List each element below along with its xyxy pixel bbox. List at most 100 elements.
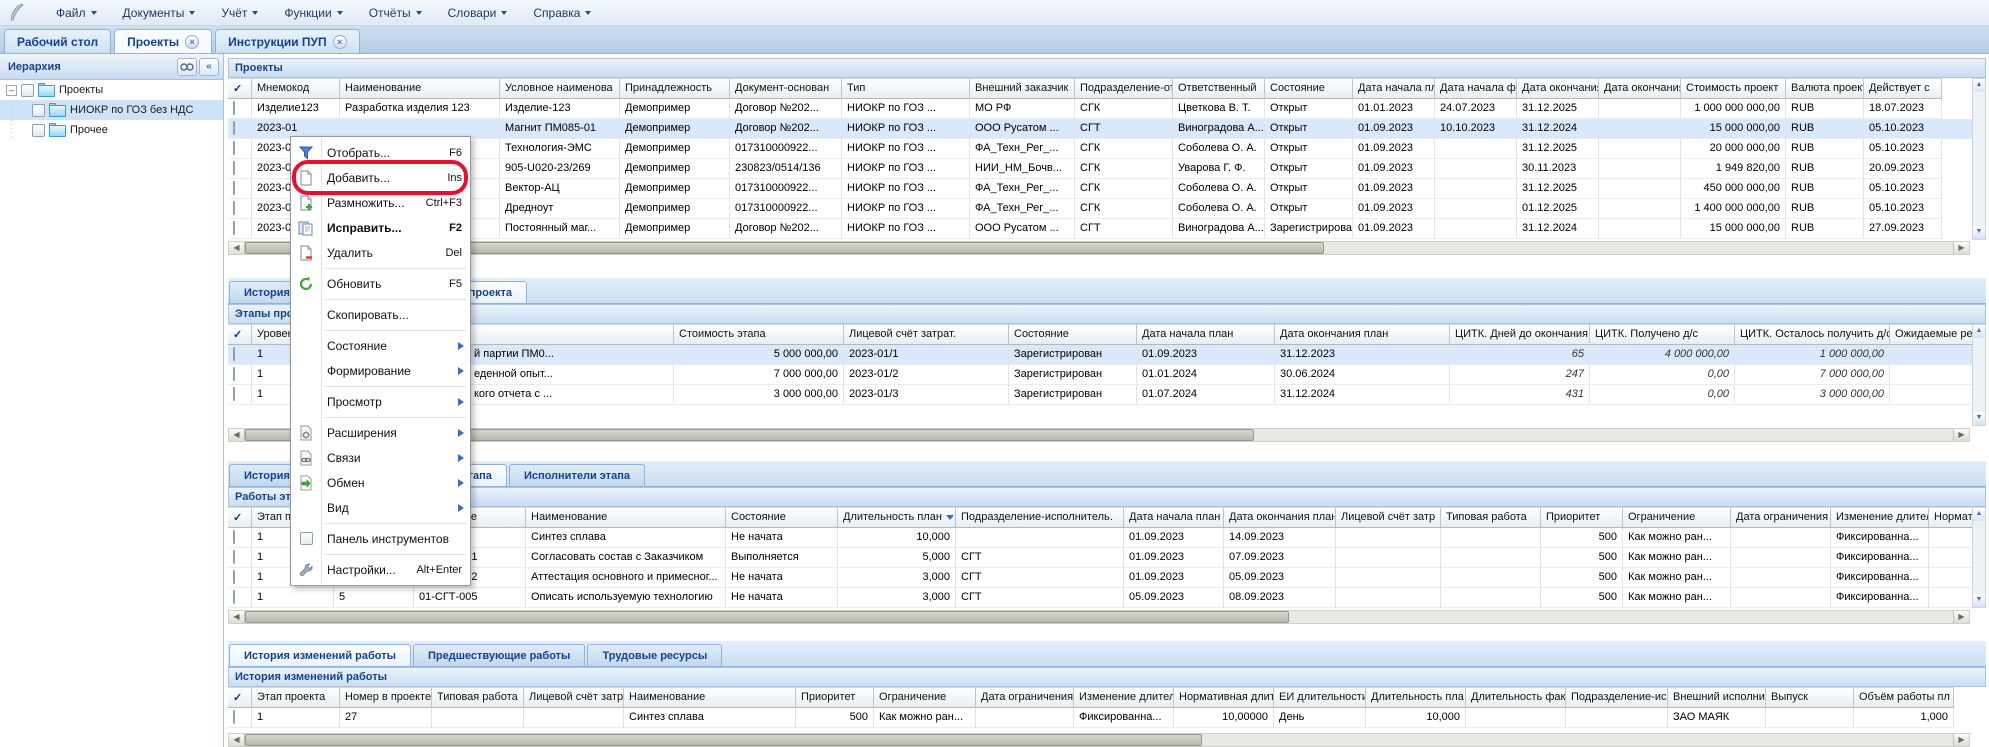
column-header-2[interactable]: Номер в проекте — [340, 687, 432, 708]
menu-help[interactable]: Справка — [523, 3, 601, 23]
column-header-7[interactable]: Ограничение — [874, 687, 976, 708]
column-header-7[interactable]: Дата окончания план — [1275, 324, 1450, 345]
column-header-check[interactable]: ✓ — [228, 324, 252, 345]
column-header-8[interactable]: Подразделение-от — [1075, 78, 1173, 99]
column-header-6[interactable]: Дата начала план — [1137, 324, 1275, 345]
column-header-9[interactable]: Изменение длител — [1074, 687, 1174, 708]
table-row[interactable]: 1еденной опыт...7 000 000,002023-01/2Зар… — [228, 365, 1986, 385]
table-row[interactable]: 2023-05ДредноутДемопример017310000922...… — [228, 199, 1986, 219]
column-header-9[interactable]: Ответственный — [1173, 78, 1265, 99]
scroll-right-icon[interactable]: ▶ — [1953, 242, 1969, 254]
column-header-check[interactable]: ✓ — [228, 507, 252, 528]
column-header-7[interactable]: Подразделение-исполнитель. — [956, 507, 1124, 528]
column-header-6[interactable]: Приоритет — [796, 687, 874, 708]
works-hscrollbar[interactable]: ◀ ▶ — [228, 610, 1970, 624]
tree-expander-icon[interactable]: – — [6, 85, 17, 96]
column-header-7[interactable]: Внешний заказчик — [970, 78, 1075, 99]
column-header-3[interactable]: Типовая работа — [432, 687, 524, 708]
projects-hscrollbar[interactable]: ◀ ▶ — [228, 241, 1970, 255]
tree-item-1[interactable]: –Проекты — [0, 80, 223, 100]
row-checkbox[interactable] — [233, 387, 235, 401]
table-row[interactable]: 1Синтез сплаваНе начата10,00001.09.20231… — [228, 528, 1986, 548]
row-checkbox[interactable] — [233, 550, 235, 564]
column-header-6[interactable]: Длительность план — [838, 507, 956, 528]
row-checkbox[interactable] — [233, 570, 235, 584]
column-header-5[interactable]: Наименование — [624, 687, 796, 708]
menu-item-состояние[interactable]: Состояние — [291, 333, 470, 358]
column-header-14[interactable]: Дата ограничения — [1731, 507, 1831, 528]
table-row[interactable]: Изделие123Разработка изделия 123Изделие-… — [228, 99, 1986, 119]
column-header-15[interactable]: Внешний исполни — [1668, 687, 1766, 708]
column-header-4[interactable]: Принадлежность — [620, 78, 730, 99]
projects-vscrollbar[interactable]: ▲ ▼ — [1972, 78, 1986, 240]
table-row[interactable]: 2023-04Вектор-АЦДемопример017310000922..… — [228, 179, 1986, 199]
scroll-left-icon[interactable]: ◀ — [229, 242, 245, 254]
row-checkbox[interactable] — [233, 710, 235, 724]
column-header-17[interactable]: Объём работы пл — [1854, 687, 1954, 708]
column-header-13[interactable]: Ограничение — [1623, 507, 1731, 528]
works-vscrollbar[interactable]: ▲ ▼ — [1972, 507, 1986, 608]
row-checkbox[interactable] — [233, 367, 235, 381]
scroll-up-icon[interactable]: ▲ — [1973, 79, 1985, 92]
row-checkbox[interactable] — [233, 590, 235, 604]
column-header-14[interactable]: Подразделение-ис — [1566, 687, 1668, 708]
column-header-15[interactable]: Изменение длител — [1831, 507, 1929, 528]
column-header-1[interactable]: Мнемокод — [252, 78, 340, 99]
row-checkbox[interactable] — [233, 181, 235, 195]
scroll-down-icon[interactable]: ▼ — [1973, 412, 1985, 425]
table-row[interactable]: 1й партии ПМ0...5 000 000,002023-01/1Зар… — [228, 345, 1986, 365]
column-header-14[interactable]: Дата окончания ф — [1599, 78, 1681, 99]
stages-vscrollbar[interactable]: ▲ ▼ — [1972, 324, 1986, 426]
scroll-down-icon[interactable]: ▼ — [1973, 226, 1985, 239]
menu-accounting[interactable]: Учёт — [211, 3, 268, 23]
menu-dictionaries[interactable]: Словари — [438, 3, 518, 23]
column-header-4[interactable]: Лицевой счёт затр — [524, 687, 624, 708]
column-header-9[interactable]: Дата окончания план — [1224, 507, 1336, 528]
row-checkbox[interactable] — [233, 161, 235, 175]
menu-item-удалить[interactable]: УдалитьDel — [291, 240, 470, 265]
menu-item-связи[interactable]: Связи — [291, 445, 470, 470]
stages-hscrollbar[interactable]: ◀ ▶ — [228, 428, 1970, 442]
row-checkbox[interactable] — [233, 221, 235, 235]
scroll-right-icon[interactable]: ▶ — [1953, 429, 1969, 441]
column-header-12[interactable]: Дата начала факт. — [1435, 78, 1517, 99]
column-header-6[interactable]: Тип — [842, 78, 970, 99]
column-header-10[interactable]: Состояние — [1265, 78, 1353, 99]
scroll-right-icon[interactable]: ▶ — [1953, 611, 1969, 623]
column-header-check[interactable]: ✓ — [228, 78, 252, 99]
tree-checkbox[interactable] — [32, 124, 45, 137]
table-row[interactable]: 1201-СГТ-002Аттестация основного и приме… — [228, 568, 1986, 588]
menu-file[interactable]: Файл — [46, 3, 107, 23]
tree-item-3[interactable]: Прочее — [0, 120, 223, 140]
scroll-left-icon[interactable]: ◀ — [229, 734, 245, 746]
menu-item-расширения[interactable]: Расширения — [291, 420, 470, 445]
tab-works-3[interactable]: Исполнители этапа — [509, 464, 645, 486]
table-row[interactable]: 2023-03905-U020-23/269Демопример230823/0… — [228, 159, 1986, 179]
scroll-left-icon[interactable]: ◀ — [229, 429, 245, 441]
column-header-5[interactable]: Состояние — [1009, 324, 1137, 345]
tab-work_history-2[interactable]: Предшествующие работы — [413, 644, 585, 666]
scrollbar-thumb[interactable] — [245, 611, 1289, 623]
workspace-tab-1[interactable]: Рабочий стол — [4, 29, 111, 53]
column-header-4[interactable]: Лицевой счёт затрат. — [844, 324, 1009, 345]
scroll-up-icon[interactable]: ▲ — [1973, 325, 1985, 338]
workspace-tab-3[interactable]: Инструкции ПУП× — [215, 29, 359, 53]
row-checkbox[interactable] — [233, 121, 235, 135]
collapse-panel-icon[interactable]: « — [199, 58, 219, 76]
row-checkbox[interactable] — [233, 347, 235, 361]
table-row[interactable]: 2023-02Технология-ЭМСДемопример017310000… — [228, 139, 1986, 159]
table-row[interactable]: 2023-01ГПостоянный маг...ДемопримерДогов… — [228, 219, 1986, 239]
scroll-right-icon[interactable]: ▶ — [1953, 734, 1969, 746]
menu-item-вид[interactable]: Вид — [291, 495, 470, 520]
close-tab-icon[interactable]: × — [185, 35, 199, 49]
menu-item-настройки[interactable]: Настройки...Alt+Enter — [291, 557, 470, 582]
table-row[interactable]: 2023-01Магнит ПМ085-01ДемопримерДоговор … — [228, 119, 1986, 139]
tree-checkbox[interactable] — [21, 84, 34, 97]
row-checkbox[interactable] — [233, 141, 235, 155]
column-header-12[interactable]: Длительность пла — [1366, 687, 1466, 708]
column-header-15[interactable]: Стоимость проект — [1681, 78, 1786, 99]
scroll-up-icon[interactable]: ▲ — [1973, 508, 1985, 521]
tree-item-2[interactable]: НИОКР по ГОЗ без НДС — [0, 100, 223, 120]
column-header-17[interactable]: Действует с — [1864, 78, 1942, 99]
column-header-10[interactable]: Нормативная длит — [1174, 687, 1274, 708]
